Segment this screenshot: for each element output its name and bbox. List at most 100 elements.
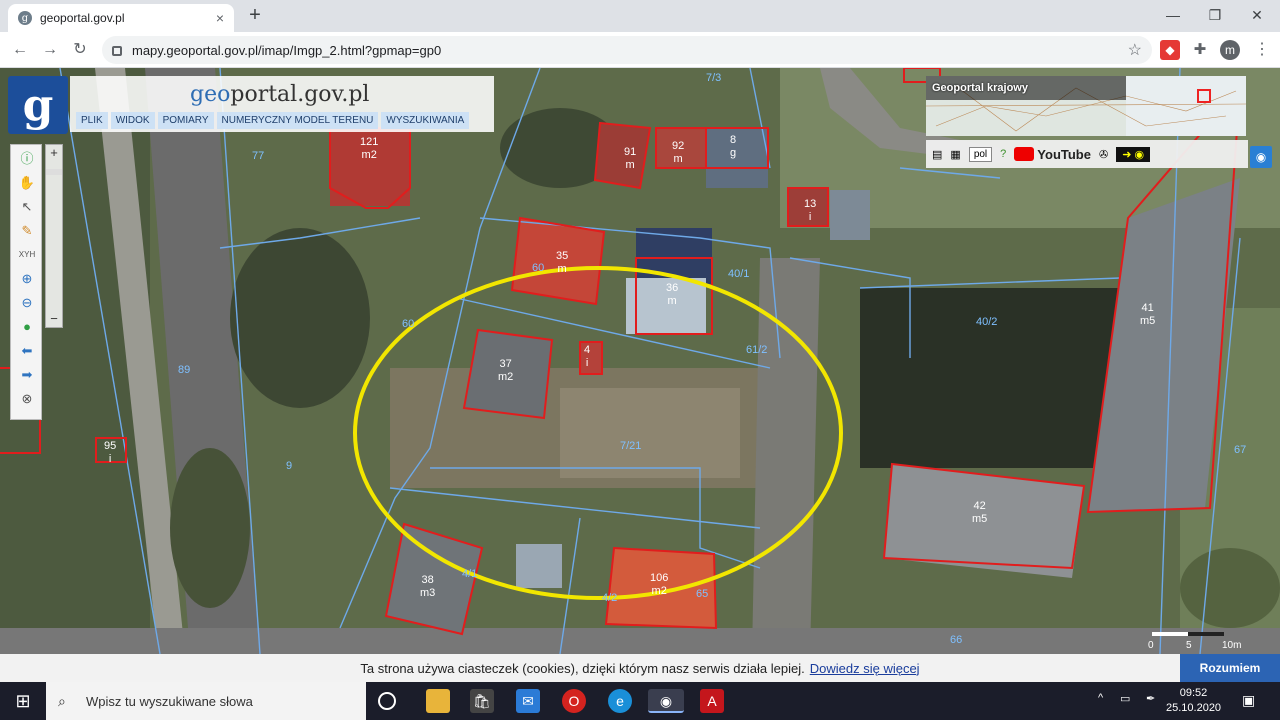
- accessibility-icon[interactable]: ✇: [1099, 148, 1108, 161]
- browser-toolbar: ← → ↻ mapy.geoportal.gov.pl/imap/Imgp_2.…: [0, 32, 1280, 68]
- overview-title: Geoportal krajowy: [932, 82, 1028, 94]
- xyh-icon[interactable]: XYH: [17, 245, 37, 265]
- pencil-icon[interactable]: ✎: [17, 221, 37, 241]
- cookie-text: Ta strona używa ciasteczek (cookies), dz…: [360, 660, 805, 676]
- address-bar[interactable]: mapy.geoportal.gov.pl/imap/Imgp_2.html?g…: [102, 36, 1152, 64]
- tray-chevron-icon[interactable]: ^: [1098, 692, 1103, 704]
- browser-tabbar: g geoportal.gov.pl × + —: [0, 0, 1280, 32]
- extensions-puzzle-icon[interactable]: ✚: [1190, 40, 1210, 60]
- reload-icon[interactable]: ↻: [68, 38, 92, 62]
- next-view-icon[interactable]: ➡: [17, 365, 37, 385]
- building-label: 13 i: [804, 198, 817, 223]
- edge-icon[interactable]: e: [608, 689, 632, 713]
- parcel-number-label: 40/1: [728, 268, 750, 280]
- menu-widok[interactable]: WIDOK: [110, 112, 155, 129]
- browser-menu-icon[interactable]: ⋮: [1252, 40, 1272, 60]
- taskbar-search[interactable]: ⌕ Wpisz tu wyszukiwane słowa: [46, 682, 366, 720]
- contrast-eye-icon[interactable]: ➜ ◉: [1116, 146, 1151, 162]
- parcel-number-label: 67: [1234, 444, 1247, 456]
- zoom-out-icon[interactable]: ⊖: [17, 293, 37, 313]
- overview-map[interactable]: Geoportal krajowy: [926, 76, 1246, 136]
- zoom-plus-button[interactable]: +: [46, 145, 62, 161]
- parcel-number-label: 4/1: [462, 568, 478, 580]
- minimize-button[interactable]: —: [1150, 0, 1196, 30]
- building-label: 95 i: [104, 440, 117, 465]
- cookie-more-link[interactable]: Dowiedz się więcej: [810, 661, 920, 676]
- utility-bar: ▤ ▦ pol ? YouTube ✇ ➜ ◉: [926, 140, 1248, 168]
- opera-icon[interactable]: O: [562, 689, 586, 713]
- zoom-minus-button[interactable]: −: [46, 311, 62, 327]
- parcel-number-label: 89: [178, 364, 191, 376]
- parcel-number-label: 4/2: [602, 592, 618, 604]
- back-arrow-icon[interactable]: ←: [8, 38, 32, 62]
- tab-title: geoportal.gov.pl: [40, 11, 125, 25]
- notifications-icon[interactable]: ▣: [1242, 692, 1255, 709]
- new-tab-button[interactable]: +: [244, 4, 266, 26]
- chrome-icon[interactable]: ◉: [648, 689, 684, 713]
- building-label: 92 m: [672, 140, 685, 165]
- building-label: 41 m5: [1140, 302, 1156, 327]
- file-explorer-icon[interactable]: [426, 689, 450, 713]
- geoportal-logo[interactable]: g: [8, 76, 68, 134]
- visibility-eye-icon[interactable]: ◉: [1250, 146, 1272, 168]
- task-view-icon[interactable]: [378, 692, 396, 710]
- browser-tab[interactable]: g geoportal.gov.pl ×: [8, 4, 234, 32]
- restore-button[interactable]: ❐: [1192, 0, 1238, 30]
- select-arrow-icon[interactable]: ↖: [17, 197, 37, 217]
- zoom-in-icon[interactable]: ⊕: [17, 269, 37, 289]
- menu-pomiary[interactable]: POMIARY: [157, 112, 214, 129]
- list-icon[interactable]: ▤: [932, 148, 942, 161]
- main-menu: PLIK WIDOK POMIARY NUMERYCZNY MODEL TERE…: [76, 112, 470, 129]
- youtube-play-icon: [1014, 147, 1035, 161]
- battery-icon[interactable]: ▭: [1120, 692, 1130, 705]
- legend-icon[interactable]: ▦: [950, 148, 960, 161]
- menu-wyszukiwania[interactable]: WYSZUKIWANIA: [381, 112, 470, 129]
- windows-start-icon[interactable]: ⊞: [0, 682, 46, 720]
- mail-icon[interactable]: ✉: [516, 689, 540, 713]
- profile-avatar[interactable]: m: [1220, 40, 1240, 60]
- parcel-number-label: 9: [286, 460, 293, 472]
- pan-hand-icon[interactable]: ✋: [17, 173, 37, 193]
- lock-icon: [112, 46, 122, 56]
- parcel-number-label: 61/2: [746, 344, 768, 356]
- tab-close-icon[interactable]: ×: [216, 10, 224, 26]
- building-label: 42 m5: [972, 500, 988, 525]
- building-label: 106 m2: [650, 572, 669, 597]
- building-label: 35 m: [556, 250, 569, 275]
- building-label: 36 m: [666, 282, 679, 307]
- menu-nmt[interactable]: NUMERYCZNY MODEL TERENU: [216, 112, 379, 129]
- zoom-slider[interactable]: + −: [45, 144, 63, 328]
- help-icon[interactable]: ?: [1000, 148, 1006, 160]
- parcel-number-label: 7/3: [706, 72, 722, 84]
- clear-icon[interactable]: ⊗: [17, 389, 37, 409]
- search-placeholder: Wpisz tu wyszukiwane słowa: [86, 693, 253, 709]
- pen-icon[interactable]: ✒: [1146, 692, 1155, 705]
- store-icon[interactable]: 🛍: [470, 689, 494, 713]
- cookie-accept-button[interactable]: Rozumiem: [1180, 654, 1280, 682]
- windows-taskbar: ⊞ ⌕ Wpisz tu wyszukiwane słowa 🛍 ✉ O e ◉…: [0, 682, 1280, 720]
- shield-extension-icon[interactable]: ◆: [1160, 40, 1180, 60]
- previous-view-icon[interactable]: ⬅: [17, 341, 37, 361]
- map-viewport[interactable]: 77 89 9 7/3 60 40/1 61/2 7/21 40/2 67 66 4/1 4/2 65 60…: [0, 68, 1280, 654]
- info-icon[interactable]: ⓘ: [17, 149, 37, 169]
- parcel-number-label: 66: [950, 634, 963, 646]
- building-label: 91 m: [624, 146, 637, 171]
- language-select[interactable]: pol: [968, 146, 993, 162]
- youtube-link[interactable]: YouTube: [1014, 147, 1091, 162]
- acrobat-icon[interactable]: A: [700, 689, 724, 713]
- taskbar-clock[interactable]: 09:52 25.10.2020: [1166, 686, 1221, 716]
- globe-icon[interactable]: ●: [17, 317, 37, 337]
- search-icon: ⌕: [58, 692, 66, 709]
- zoom-handle[interactable]: [46, 169, 62, 175]
- window-close-button[interactable]: ✕: [1234, 0, 1280, 30]
- parcel-number-label: 60: [402, 318, 415, 330]
- building-label: 4i: [584, 344, 591, 369]
- menu-plik[interactable]: PLIK: [76, 112, 108, 129]
- bookmark-star-icon[interactable]: ☆: [1128, 40, 1142, 60]
- parcel-number-label: 77: [252, 150, 265, 162]
- parcel-number-label: 40/2: [976, 316, 998, 328]
- geoportal-favicon-icon: g: [18, 11, 32, 25]
- forward-arrow-icon[interactable]: →: [38, 38, 62, 62]
- parcel-number-label: 7/21: [620, 440, 642, 452]
- cookie-bar: Ta strona używa ciasteczek (cookies), dz…: [0, 654, 1280, 682]
